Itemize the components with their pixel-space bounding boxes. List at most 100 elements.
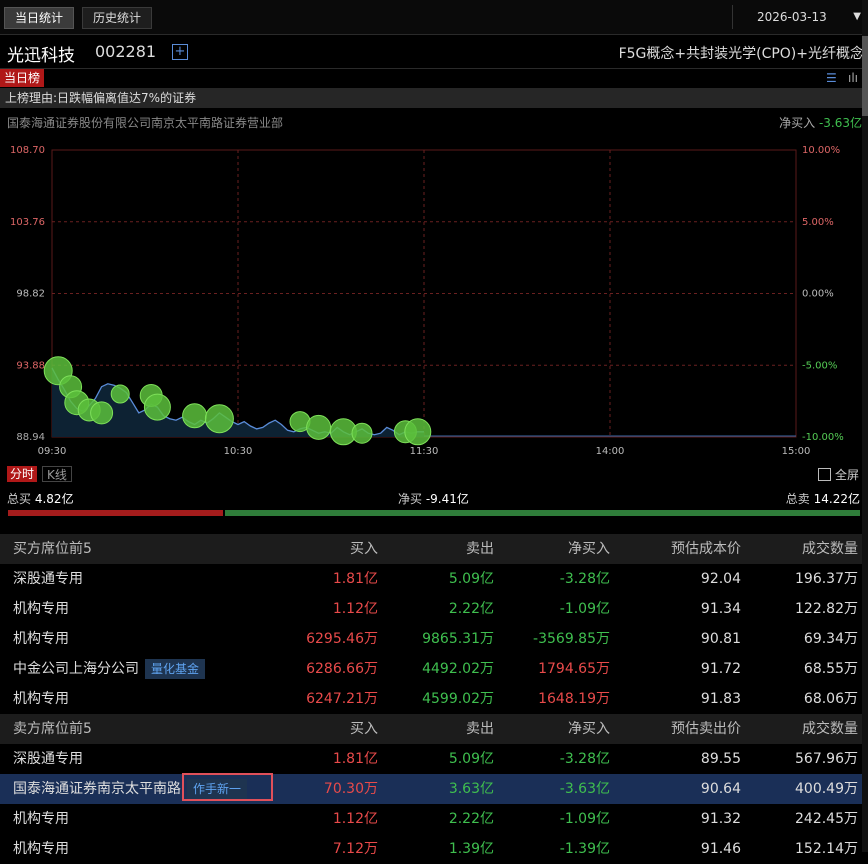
- table-row[interactable]: 深股通专用 1.81亿 5.09亿 -3.28亿 92.04 196.37万: [0, 564, 868, 594]
- table-row[interactable]: 中金公司上海分公司 量化基金 6286.66万 4492.02万 1794.65万 91.…: [0, 654, 868, 684]
- scrollbar-thumb[interactable]: [862, 36, 868, 116]
- tab-today-list[interactable]: 当日榜: [0, 69, 45, 87]
- volume-value: 400.49万: [795, 781, 858, 797]
- net-value: -3.28亿: [559, 751, 610, 767]
- buy-value: 1.12亿: [332, 811, 378, 827]
- seat-name[interactable]: 机构专用: [13, 804, 69, 834]
- seat-name[interactable]: 深股通专用: [13, 564, 83, 594]
- sell-value: 5.09亿: [448, 571, 494, 587]
- seat-name[interactable]: 深股通专用: [13, 744, 83, 774]
- price-value: 91.46: [700, 841, 741, 857]
- table-row[interactable]: 机构专用 6247.21万 4599.02万 1648.19万 91.83 68.06万: [0, 684, 868, 714]
- table-row[interactable]: 国泰海通证券南京太平南路 作手新一 70.30万 3.63亿 -3.63亿 90.64 40…: [0, 774, 868, 804]
- volume-value: 242.45万: [795, 811, 858, 827]
- trade-bubble: [143, 393, 171, 421]
- net-value: -1.09亿: [559, 811, 610, 827]
- seat-name[interactable]: 机构专用: [13, 594, 69, 624]
- x-tick: 10:30: [224, 446, 253, 457]
- header-net[interactable]: 净买入: [568, 534, 610, 564]
- y-tick-left: 108.70: [10, 145, 45, 156]
- fullscreen-button[interactable]: 全屏: [818, 466, 859, 483]
- volume-value: 122.82万: [795, 601, 858, 617]
- stock-name: 光迅科技: [7, 46, 75, 66]
- stock-code: 002281: [95, 42, 157, 61]
- volume-value: 68.55万: [803, 661, 858, 677]
- price-value: 90.64: [700, 781, 741, 797]
- seat-name[interactable]: 机构专用: [13, 684, 69, 714]
- tab-today-stats[interactable]: 当日统计: [4, 7, 75, 29]
- y-tick-left: 103.76: [10, 217, 45, 228]
- price-value: 91.34: [700, 601, 741, 617]
- sell-table-header: 卖方席位前5 买入 卖出 净买入 预估卖出价 成交数量: [0, 714, 868, 744]
- seat-name[interactable]: 机构专用: [13, 834, 69, 864]
- chevron-down-icon[interactable]: ▼: [853, 5, 861, 29]
- table-row[interactable]: 机构专用 6295.46万 9865.31万 -3569.85万 90.81 69.34万: [0, 624, 868, 654]
- tab-kline[interactable]: K线: [42, 466, 72, 482]
- trade-bubble: [182, 403, 208, 429]
- tab-intraday[interactable]: 分时: [7, 466, 38, 482]
- header-net[interactable]: 净买入: [568, 714, 610, 744]
- price-value: 91.72: [700, 661, 741, 677]
- header-sell[interactable]: 卖出: [466, 714, 494, 744]
- sell-value: 2.22亿: [448, 811, 494, 827]
- y-tick-left: 98.82: [16, 289, 45, 300]
- sell-value: 5.09亿: [448, 751, 494, 767]
- volume-value: 68.06万: [803, 691, 858, 707]
- tab-history-stats[interactable]: 历史统计: [82, 7, 153, 29]
- trade-bubble: [204, 404, 234, 434]
- header-sell[interactable]: 卖出: [466, 534, 494, 564]
- table-row[interactable]: 深股通专用 1.81亿 5.09亿 -3.28亿 89.55 567.96万: [0, 744, 868, 774]
- y-tick-right: -10.00%: [802, 432, 844, 443]
- table-row[interactable]: 机构专用 1.12亿 2.22亿 -1.09亿 91.34 122.82万: [0, 594, 868, 624]
- header-price[interactable]: 预估成本价: [671, 534, 741, 564]
- header-volume[interactable]: 成交数量: [802, 714, 858, 744]
- table-row[interactable]: 机构专用 1.12亿 2.22亿 -1.09亿 91.32 242.45万: [0, 804, 868, 834]
- date-selector[interactable]: 2026-03-13 ▼: [732, 5, 861, 29]
- date-value: 2026-03-13: [757, 10, 827, 24]
- header-price[interactable]: 预估卖出价: [671, 714, 741, 744]
- broker-net-value: -3.63亿: [818, 116, 862, 130]
- add-watchlist-icon[interactable]: +: [172, 44, 188, 60]
- sell-ratio-fill: [225, 510, 860, 516]
- listing-reason: 上榜理由:日跌幅偏离值达7%的证券: [0, 88, 868, 108]
- buy-table-rows: 深股通专用 1.81亿 5.09亿 -3.28亿 92.04 196.37万 机构专用 1.1…: [0, 564, 868, 714]
- stock-header: 光迅科技 002281 + F5G概念+共封装光学(CPO)+光纤概念: [0, 36, 868, 69]
- net-value: 1794.65万: [538, 661, 610, 677]
- scrollbar[interactable]: [862, 0, 868, 852]
- volume-value: 567.96万: [795, 751, 858, 767]
- price-value: 90.81: [700, 631, 741, 647]
- sell-seats-table: 卖方席位前5 买入 卖出 净买入 预估卖出价 成交数量 深股通专用 1.81亿 5.…: [0, 714, 868, 864]
- broker-net-buy: 净买入 -3.63亿: [779, 114, 862, 131]
- table-row[interactable]: 机构专用 7.12万 1.39亿 -1.39亿 91.46 152.14万: [0, 834, 868, 864]
- seat-name[interactable]: 中金公司上海分公司 量化基金: [13, 654, 206, 684]
- y-tick-right: 10.00%: [802, 145, 840, 156]
- sell-value: 2.22亿: [448, 601, 494, 617]
- sell-value: 3.63亿: [448, 781, 494, 797]
- trade-bubble: [90, 401, 114, 425]
- fullscreen-label: 全屏: [835, 468, 860, 482]
- net-value: -3.63亿: [559, 781, 610, 797]
- list-tab-row: 当日榜 ☰ ılı: [0, 69, 868, 87]
- stock-concepts: F5G概念+共封装光学(CPO)+光纤概念: [618, 46, 864, 62]
- buy-value: 1.81亿: [332, 571, 378, 587]
- tag-highlight-box: [182, 773, 273, 801]
- x-tick: 11:30: [410, 446, 439, 457]
- summary-row: 总买 4.82亿 净买 -9.41亿 总卖 14.22亿: [0, 490, 868, 508]
- header-buy[interactable]: 买入: [350, 714, 378, 744]
- buy-value: 6286.66万: [306, 661, 378, 677]
- bar-chart-icon[interactable]: ılı: [848, 71, 858, 85]
- header-buy[interactable]: 买入: [350, 534, 378, 564]
- buy-value: 70.30万: [323, 781, 378, 797]
- seat-name[interactable]: 机构专用: [13, 624, 69, 654]
- sell-value: 4599.02万: [422, 691, 494, 707]
- broker-name: 国泰海通证券股份有限公司南京太平南路证券营业部: [7, 116, 284, 130]
- seat-tag[interactable]: 量化基金: [145, 659, 206, 679]
- sell-value: 1.39亿: [448, 841, 494, 857]
- list-view-icon[interactable]: ☰: [826, 71, 837, 85]
- price-value: 91.32: [700, 811, 741, 827]
- buy-table-header: 买方席位前5 买入 卖出 净买入 预估成本价 成交数量: [0, 534, 868, 564]
- y-tick-right: 0.00%: [802, 289, 834, 300]
- header-volume[interactable]: 成交数量: [802, 534, 858, 564]
- buy-value: 6247.21万: [306, 691, 378, 707]
- buy-ratio-fill: [8, 510, 224, 516]
